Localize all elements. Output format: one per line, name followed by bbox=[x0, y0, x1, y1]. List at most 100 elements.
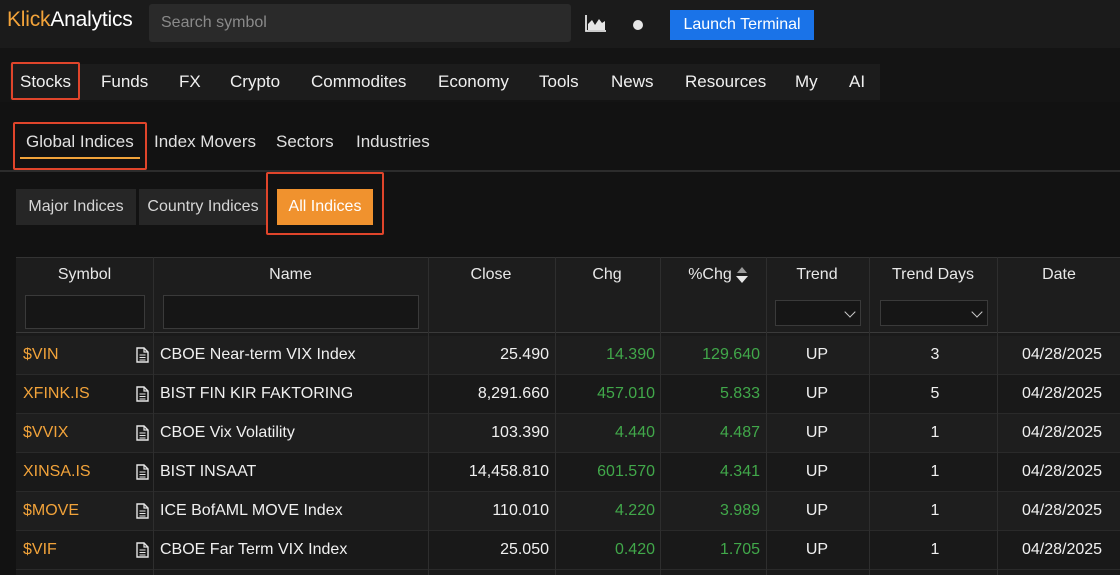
percent-change-value: 3.989 bbox=[719, 502, 760, 519]
nav-funds[interactable]: Funds bbox=[101, 72, 148, 92]
date-value: 04/28/2025 bbox=[1021, 346, 1103, 363]
table-row[interactable]: XINSA.IS BIST INSAAT 14,458.810 601.570 4.34… bbox=[16, 453, 1120, 492]
nav-economy[interactable]: Economy bbox=[438, 72, 509, 92]
date-value: 04/28/2025 bbox=[1021, 502, 1103, 519]
header-date[interactable]: Date bbox=[998, 266, 1120, 284]
nav-my[interactable]: My bbox=[795, 72, 818, 92]
chevron-down-icon bbox=[844, 306, 856, 318]
status-dot-icon[interactable] bbox=[633, 20, 643, 30]
trend-days-value: 1 bbox=[930, 463, 940, 480]
change-value: 14.390 bbox=[606, 346, 655, 363]
column-divider bbox=[766, 257, 767, 575]
symbol-filter-input[interactable] bbox=[25, 295, 145, 329]
trend-days-value: 1 bbox=[930, 502, 940, 519]
logo-part-2: Analytics bbox=[50, 8, 133, 31]
percent-change-value: 129.640 bbox=[702, 346, 760, 363]
table-row[interactable]: $MOVE ICE BofAML MOVE Index 110.010 4.220 3.… bbox=[16, 492, 1120, 531]
subnav-global-indices[interactable]: Global Indices bbox=[26, 132, 134, 152]
symbol-link[interactable]: $MOVE bbox=[23, 502, 79, 520]
top-bar: KlickAnalytics Launch Terminal bbox=[0, 0, 1120, 48]
index-name: CBOE Near-term VIX Index bbox=[160, 346, 356, 363]
index-name: CBOE Vix Volatility bbox=[160, 424, 295, 441]
chevron-down-icon bbox=[971, 306, 983, 318]
close-value: 103.390 bbox=[491, 424, 549, 441]
logo[interactable]: KlickAnalytics bbox=[7, 8, 133, 32]
active-tab-underline bbox=[20, 157, 140, 159]
document-icon[interactable] bbox=[136, 464, 149, 480]
table-row[interactable]: $VIN CBOE Near-term VIX Index 25.490 14.390… bbox=[16, 336, 1120, 375]
header-trend-days[interactable]: Trend Days bbox=[869, 266, 997, 284]
trend-filter-select[interactable] bbox=[775, 300, 861, 326]
header-symbol[interactable]: Symbol bbox=[16, 266, 153, 284]
nav-ai[interactable]: AI bbox=[849, 72, 865, 92]
nav-stocks[interactable]: Stocks bbox=[20, 72, 71, 92]
symbol-link[interactable]: XINSA.IS bbox=[23, 463, 91, 481]
column-divider bbox=[555, 257, 556, 575]
symbol-link[interactable]: $VIF bbox=[23, 541, 57, 559]
area-chart-icon[interactable] bbox=[585, 14, 607, 32]
change-value: 4.440 bbox=[614, 424, 655, 441]
table-row[interactable]: $VIF CBOE Far Term VIX Index 25.050 0.420 1.… bbox=[16, 531, 1120, 570]
filter-all-indices[interactable]: All Indices bbox=[277, 189, 373, 225]
percent-change-value: 5.833 bbox=[719, 385, 760, 402]
symbol-link[interactable]: $VIN bbox=[23, 346, 59, 364]
search-input[interactable] bbox=[149, 4, 571, 42]
column-divider bbox=[869, 257, 870, 575]
trend-value: UP bbox=[805, 346, 829, 363]
nav-news[interactable]: News bbox=[611, 72, 654, 92]
trend-days-filter-select[interactable] bbox=[880, 300, 988, 326]
change-value: 4.220 bbox=[614, 502, 655, 519]
trend-days-value: 1 bbox=[930, 424, 940, 441]
percent-change-value: 4.341 bbox=[719, 463, 760, 480]
index-name: BIST INSAAT bbox=[160, 463, 257, 480]
symbol-link[interactable]: $VVIX bbox=[23, 424, 68, 442]
close-value: 14,458.810 bbox=[468, 463, 549, 480]
close-value: 25.490 bbox=[500, 346, 549, 363]
column-divider bbox=[153, 257, 154, 575]
subnav-industries[interactable]: Industries bbox=[356, 132, 430, 152]
index-name: BIST FIN KIR FAKTORING bbox=[160, 385, 354, 402]
change-value: 457.010 bbox=[597, 385, 655, 402]
column-divider bbox=[428, 257, 429, 575]
subnav-index-movers[interactable]: Index Movers bbox=[154, 132, 256, 152]
header-name[interactable]: Name bbox=[154, 266, 427, 284]
trend-days-value: 1 bbox=[930, 541, 940, 558]
column-divider bbox=[660, 257, 661, 575]
nav-tools[interactable]: Tools bbox=[539, 72, 579, 92]
column-divider bbox=[997, 257, 998, 575]
document-icon[interactable] bbox=[136, 503, 149, 519]
close-value: 110.010 bbox=[492, 502, 549, 519]
index-name: CBOE Far Term VIX Index bbox=[160, 541, 348, 558]
logo-part-1: Klick bbox=[7, 8, 51, 31]
document-icon[interactable] bbox=[136, 425, 149, 441]
header-close[interactable]: Close bbox=[428, 266, 554, 284]
percent-change-value: 4.487 bbox=[719, 424, 760, 441]
date-value: 04/28/2025 bbox=[1021, 541, 1103, 558]
nav-commodites[interactable]: Commodites bbox=[311, 72, 406, 92]
header-chg[interactable]: Chg bbox=[555, 266, 659, 284]
sort-desc-icon[interactable] bbox=[735, 265, 749, 285]
table-row[interactable]: $VVIX CBOE Vix Volatility 103.390 4.440 4.48… bbox=[16, 414, 1120, 453]
name-filter-input[interactable] bbox=[163, 295, 419, 329]
trend-value: UP bbox=[805, 424, 829, 441]
percent-change-value: 1.705 bbox=[719, 541, 760, 558]
document-icon[interactable] bbox=[136, 542, 149, 558]
trend-value: UP bbox=[805, 463, 829, 480]
document-icon[interactable] bbox=[136, 347, 149, 363]
filter-country-indices[interactable]: Country Indices bbox=[139, 189, 267, 225]
change-value: 601.570 bbox=[597, 463, 655, 480]
nav-fx[interactable]: FX bbox=[179, 72, 201, 92]
table-row[interactable]: XFINK.IS BIST FIN KIR FAKTORING 8,291.660 4… bbox=[16, 375, 1120, 414]
trend-value: UP bbox=[805, 385, 829, 402]
date-value: 04/28/2025 bbox=[1021, 463, 1103, 480]
filter-major-indices[interactable]: Major Indices bbox=[16, 189, 136, 225]
symbol-link[interactable]: XFINK.IS bbox=[23, 385, 90, 403]
document-icon[interactable] bbox=[136, 386, 149, 402]
launch-terminal-button[interactable]: Launch Terminal bbox=[670, 10, 814, 40]
close-value: 8,291.660 bbox=[477, 385, 549, 402]
subnav-sectors[interactable]: Sectors bbox=[276, 132, 334, 152]
nav-resources[interactable]: Resources bbox=[685, 72, 766, 92]
date-value: 04/28/2025 bbox=[1021, 424, 1103, 441]
nav-crypto[interactable]: Crypto bbox=[230, 72, 280, 92]
header-trend[interactable]: Trend bbox=[766, 266, 868, 284]
